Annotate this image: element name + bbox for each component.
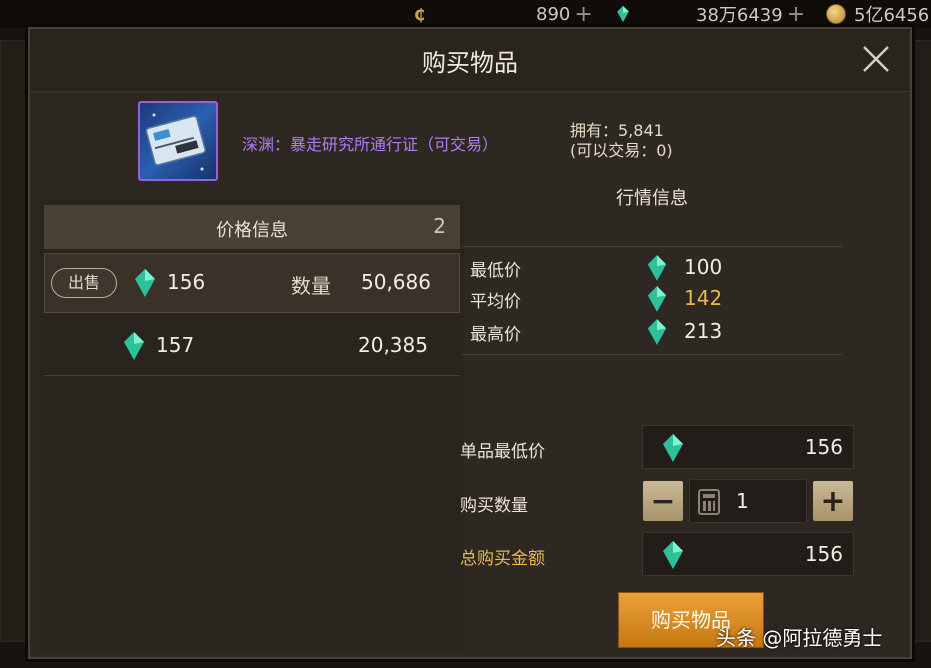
gem-icon [663, 434, 683, 462]
coin-icon: ₵ [414, 5, 426, 24]
increase-quantity-button[interactable]: + [813, 481, 853, 521]
add-coin-button[interactable]: + [574, 2, 592, 27]
coin-amount: 890 [536, 3, 571, 25]
price-info-title: 价格信息 [216, 220, 288, 241]
gem-icon [124, 332, 144, 360]
minus-icon: − [650, 483, 676, 519]
listing-count: 2 [433, 214, 446, 238]
gem-icon [617, 5, 629, 23]
calculator-icon[interactable] [698, 489, 720, 515]
close-icon [863, 46, 889, 72]
gem-amount: 38万6439 [696, 5, 783, 26]
quantity-value: 1 [736, 489, 749, 513]
add-gem-button[interactable]: + [787, 2, 805, 27]
dialog-title: 购买物品 [422, 49, 518, 77]
plus-icon: + [820, 483, 846, 519]
listing-row[interactable]: 157 20,385 [44, 317, 460, 377]
gold-currency: 5亿6456 [826, 2, 929, 26]
stat-label-avg: 平均价 [470, 292, 521, 312]
close-button[interactable] [860, 43, 892, 75]
gem-currency [616, 2, 630, 26]
stat-label-min: 最低价 [470, 261, 521, 281]
quantity-label: 购买数量 [460, 496, 528, 516]
total-price-value: 156 [804, 542, 843, 566]
item-name: 深渊：暴走研究所通行证（可交易） [242, 135, 499, 154]
total-price-label: 总购买金额 [460, 549, 545, 569]
gold-amount: 5亿6456 [854, 5, 930, 26]
quantity-input[interactable]: 1 [689, 479, 807, 523]
item-ticket-icon[interactable] [138, 101, 218, 181]
coin-amount-group: 890 + [536, 2, 593, 27]
listing-quantity: 50,686 [361, 270, 431, 294]
stat-label-max: 最高价 [470, 325, 521, 345]
unit-price-field: 156 [642, 425, 854, 469]
owned-count: 拥有：5,841 [570, 121, 664, 140]
gem-amount-group: 38万6439 + [696, 2, 805, 27]
owned-info: 拥有：5,841 (可以交易：0) [570, 121, 673, 161]
watermark: 头条 @阿拉德勇士 [716, 626, 883, 650]
background-sidebar [0, 40, 26, 642]
tradable-count: (可以交易：0) [570, 141, 673, 160]
total-price-field: 156 [642, 532, 854, 576]
quantity-label: 数量 [291, 274, 331, 298]
stat-value-min: 100 [684, 255, 723, 279]
dialog-header: 购买物品 [30, 29, 910, 92]
gem-icon [647, 255, 667, 281]
unit-price-value: 156 [804, 435, 843, 459]
gem-icon [647, 286, 667, 312]
item-info-row: 深渊：暴走研究所通行证（可交易） 拥有：5,841 (可以交易：0) [30, 93, 910, 193]
listing-row[interactable]: 出售 156 数量 50,686 [44, 253, 460, 313]
price-info-panel: 价格信息 2 出售 156 数量 50,686 157 20,385 [40, 199, 464, 651]
stat-value-max: 213 [684, 319, 723, 343]
listing-price: 157 [156, 333, 195, 357]
market-divider [462, 246, 842, 247]
coin-currency: ₵ [414, 2, 430, 26]
listing-price: 156 [167, 270, 206, 294]
ticket-card-icon [145, 113, 206, 171]
stat-value-avg: 142 [684, 286, 723, 310]
price-info-header: 价格信息 2 [44, 205, 460, 249]
market-info-title: 行情信息 [616, 188, 688, 209]
unit-price-label: 单品最低价 [460, 442, 545, 462]
gem-icon [663, 541, 683, 569]
gem-icon [647, 319, 667, 345]
market-divider [462, 354, 842, 355]
sell-badge: 出售 [51, 268, 117, 298]
listing-divider [44, 375, 460, 376]
decrease-quantity-button[interactable]: − [643, 481, 683, 521]
gold-coin-icon [826, 4, 846, 24]
gem-icon [135, 269, 155, 297]
background-right-panel [912, 40, 931, 642]
listing-quantity: 20,385 [358, 333, 428, 357]
